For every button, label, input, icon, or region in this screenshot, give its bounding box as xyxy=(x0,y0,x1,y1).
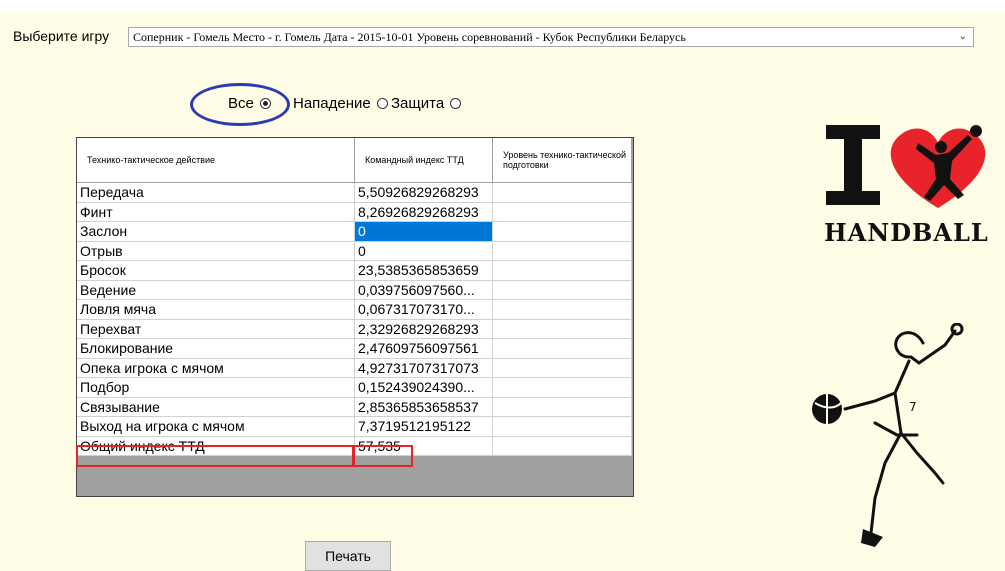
total-highlight-box xyxy=(76,445,354,467)
cell-action[interactable]: Перехват xyxy=(77,319,355,338)
cell-action[interactable]: Ведение xyxy=(77,280,355,299)
cell-level[interactable] xyxy=(493,261,632,280)
grid-rows: Передача 5,50926829268293 Финт 8,2692682926… xyxy=(77,183,632,456)
filter-attack-label: Нападение xyxy=(293,95,371,112)
chevron-down-icon[interactable]: ⌄ xyxy=(959,28,967,46)
table-row[interactable]: Выход на игрока с мячом 7,3719512195122 xyxy=(77,417,632,437)
cell-index[interactable]: 0,152439024390... xyxy=(355,378,493,397)
table-row[interactable]: Связывание 2,85365853658537 xyxy=(77,397,632,417)
game-select[interactable]: Соперник - Гомель Место - г. Гомель Дата… xyxy=(128,27,974,47)
header-action[interactable]: Технико-тактическое действие xyxy=(77,138,355,182)
data-grid[interactable]: Технико-тактическое действие Командный и… xyxy=(76,137,634,497)
cell-index[interactable]: 0 xyxy=(355,222,493,241)
cell-index[interactable]: 0 xyxy=(355,241,493,260)
filter-attack[interactable]: Нападение xyxy=(293,95,388,112)
cell-action[interactable]: Заслон xyxy=(77,222,355,241)
table-row[interactable]: Финт 8,26926829268293 xyxy=(77,202,632,222)
cell-index[interactable]: 0,039756097560... xyxy=(355,280,493,299)
cell-level[interactable] xyxy=(493,183,632,202)
table-row[interactable]: Ведение 0,039756097560... xyxy=(77,280,632,300)
cell-action[interactable]: Отрыв xyxy=(77,241,355,260)
svg-text:7: 7 xyxy=(909,400,917,414)
cell-action[interactable]: Бросок xyxy=(77,261,355,280)
cell-level[interactable] xyxy=(493,202,632,221)
cell-level[interactable] xyxy=(493,222,632,241)
table-row[interactable]: Передача 5,50926829268293 xyxy=(77,183,632,203)
data-grid-table: Технико-тактическое действие Командный и… xyxy=(77,138,632,456)
cell-index[interactable]: 23,5385365853659 xyxy=(355,261,493,280)
print-button[interactable]: Печать xyxy=(305,541,391,571)
cell-level[interactable] xyxy=(493,358,632,377)
cell-index[interactable]: 4,92731707317073 xyxy=(355,358,493,377)
cell-level[interactable] xyxy=(493,319,632,338)
cell-level[interactable] xyxy=(493,339,632,358)
cell-index[interactable]: 0,067317073170... xyxy=(355,300,493,319)
cell-index[interactable]: 5,50926829268293 xyxy=(355,183,493,202)
cell-action[interactable]: Финт xyxy=(77,202,355,221)
total-value-highlight-box xyxy=(353,445,413,467)
cell-index[interactable]: 2,32926829268293 xyxy=(355,319,493,338)
cell-level[interactable] xyxy=(493,280,632,299)
table-row[interactable]: Ловля мяча 0,067317073170... xyxy=(77,300,632,320)
table-row[interactable]: Подбор 0,152439024390... xyxy=(77,378,632,398)
cell-index[interactable]: 2,85365853658537 xyxy=(355,397,493,416)
player-illustration-icon: 7 xyxy=(812,323,964,547)
cell-level[interactable] xyxy=(493,378,632,397)
filter-defense-label: Защита xyxy=(391,95,445,112)
cell-index[interactable]: 2,47609756097561 xyxy=(355,339,493,358)
table-row[interactable]: Перехват 2,32926829268293 xyxy=(77,319,632,339)
table-row[interactable]: Опека игрока с мячом 4,92731707317073 xyxy=(77,358,632,378)
filter-defense[interactable]: Защита xyxy=(391,95,462,112)
grid-header: Технико-тактическое действие Командный и… xyxy=(77,138,632,183)
header-index[interactable]: Командный индекс ТТД xyxy=(355,138,493,182)
table-row[interactable]: Бросок 23,5385365853659 xyxy=(77,261,632,281)
filter-defense-radio[interactable] xyxy=(450,98,462,109)
highlight-ellipse xyxy=(190,83,290,126)
cell-index[interactable]: 8,26926829268293 xyxy=(355,202,493,221)
table-row[interactable]: Блокирование 2,47609756097561 xyxy=(77,339,632,359)
cell-action[interactable]: Блокирование xyxy=(77,339,355,358)
header-level[interactable]: Уровень технико-тактической подготовки xyxy=(493,138,632,182)
cell-action[interactable]: Передача xyxy=(77,183,355,202)
logo-text: HANDBALL xyxy=(824,218,989,247)
cell-action[interactable]: Ловля мяча xyxy=(77,300,355,319)
top-strip xyxy=(0,0,1005,11)
table-row[interactable]: Отрыв 0 xyxy=(77,241,632,261)
cell-action[interactable]: Выход на игрока с мячом xyxy=(77,417,355,436)
filter-attack-radio[interactable] xyxy=(376,98,388,109)
cell-index[interactable]: 7,3719512195122 xyxy=(355,417,493,436)
cell-action[interactable]: Связывание xyxy=(77,397,355,416)
game-select-value: Соперник - Гомель Место - г. Гомель Дата… xyxy=(133,30,686,44)
cell-level[interactable] xyxy=(493,417,632,436)
cell-level[interactable] xyxy=(493,300,632,319)
cell-action[interactable]: Опека игрока с мячом xyxy=(77,358,355,377)
cell-action[interactable]: Подбор xyxy=(77,378,355,397)
letter-i-icon xyxy=(826,125,880,205)
cell-level[interactable] xyxy=(493,436,632,455)
table-row[interactable]: Заслон 0 xyxy=(77,222,632,242)
cell-level[interactable] xyxy=(493,241,632,260)
cell-level[interactable] xyxy=(493,397,632,416)
game-select-label: Выберите игру xyxy=(13,28,110,44)
